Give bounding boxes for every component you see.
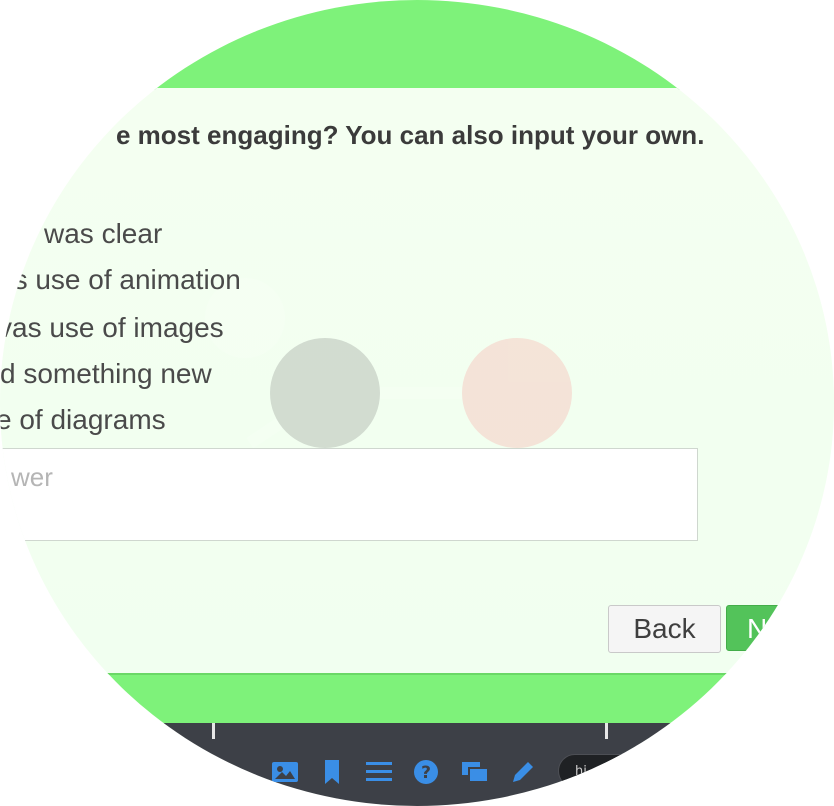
next-button[interactable]: N (726, 605, 816, 651)
pencil-icon[interactable] (508, 757, 538, 787)
own-answer-field[interactable] (0, 448, 698, 541)
option-clear[interactable]: was clear (44, 218, 162, 250)
option-diagrams[interactable]: e of diagrams (0, 404, 166, 436)
back-button[interactable]: Back (608, 605, 721, 653)
menu-icon[interactable] (364, 757, 394, 787)
help-icon[interactable]: ? (411, 757, 441, 787)
own-answer-input[interactable] (9, 461, 683, 494)
option-something-new[interactable]: d something new (0, 358, 212, 390)
header-band (0, 0, 834, 90)
windows-icon[interactable] (460, 757, 490, 787)
question-text: e most engaging? You can also input your… (116, 120, 705, 150)
timeline-marker (605, 723, 608, 739)
partial-icon[interactable] (218, 757, 248, 787)
timeline-marker (212, 723, 215, 739)
footer-band (0, 673, 834, 725)
magnifier-view: e most engaging? You can also input your… (0, 0, 834, 806)
svg-text:?: ? (421, 763, 431, 783)
option-animation[interactable]: as use of animation (0, 264, 241, 296)
option-images[interactable]: vas use of images (0, 312, 224, 344)
image-icon[interactable] (270, 757, 300, 787)
bookmark-icon[interactable] (317, 757, 347, 787)
toggle-pill[interactable]: hi (558, 754, 638, 788)
